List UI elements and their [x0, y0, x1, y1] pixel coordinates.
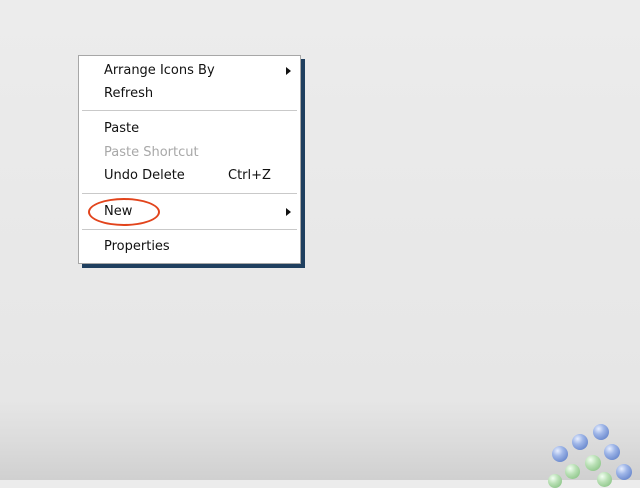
dot-icon — [552, 446, 568, 462]
dot-icon — [604, 444, 620, 460]
menu-item-properties[interactable]: Properties — [104, 237, 282, 257]
menu-item-label: Paste Shortcut — [104, 145, 199, 160]
submenu-arrow-icon — [286, 67, 291, 75]
dot-icon — [593, 424, 609, 440]
dot-icon — [565, 464, 580, 479]
menu-item-label: Properties — [104, 239, 170, 254]
menu-item-label: Undo Delete — [104, 168, 185, 183]
menu-item-label: Refresh — [104, 86, 154, 101]
menu-item-label: New — [104, 204, 133, 219]
menu-separator — [82, 110, 297, 111]
menu-item-paste-shortcut: Paste Shortcut — [104, 143, 282, 163]
menu-item-shortcut: Ctrl+Z — [228, 168, 271, 183]
dot-icon — [548, 474, 562, 488]
menu-item-arrange-icons-by[interactable]: Arrange Icons By — [104, 61, 291, 81]
menu-item-label: Paste — [104, 121, 140, 136]
menu-item-label: Arrange Icons By — [104, 63, 215, 78]
menu-item-new[interactable]: New — [104, 202, 291, 222]
menu-separator — [82, 229, 297, 230]
menu-separator — [82, 193, 297, 194]
menu-item-refresh[interactable]: Refresh — [104, 84, 282, 104]
menu-item-paste[interactable]: Paste — [104, 119, 282, 139]
dot-icon — [572, 434, 588, 450]
dot-icon — [585, 455, 601, 471]
menu-item-undo-delete[interactable]: Undo Delete Ctrl+Z — [104, 166, 282, 186]
dot-icon — [616, 464, 632, 480]
context-menu: Arrange Icons By Refresh Paste Paste Sho… — [78, 55, 301, 264]
desktop[interactable]: Arrange Icons By Refresh Paste Paste Sho… — [0, 0, 640, 488]
submenu-arrow-icon — [286, 208, 291, 216]
